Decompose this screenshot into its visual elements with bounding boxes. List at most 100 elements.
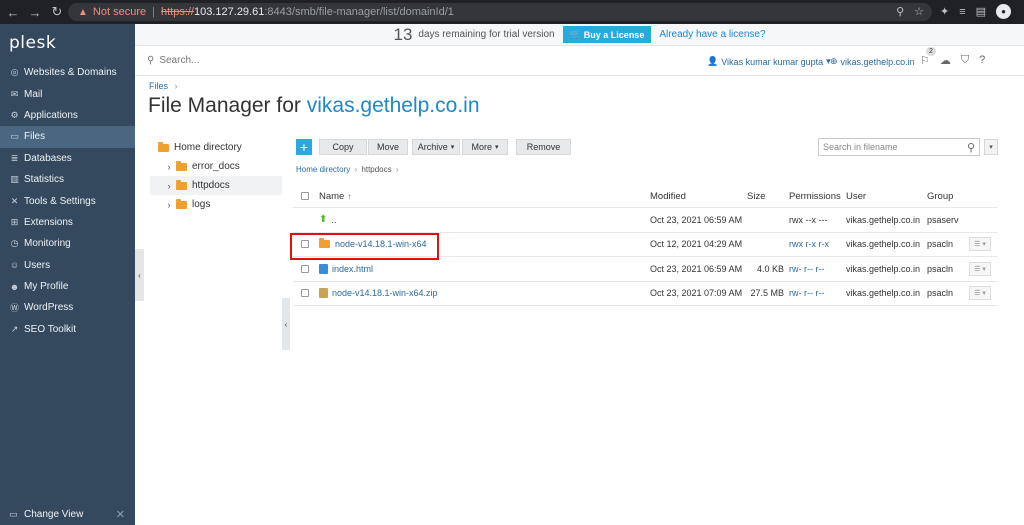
file-name-link[interactable]: .. (331, 215, 336, 225)
modified-cell-value: Oct 23, 2021 06:59 AM (650, 263, 743, 274)
add-button[interactable]: + (296, 139, 312, 155)
tree-item-logs[interactable]: › logs (150, 195, 282, 214)
tree-item-home[interactable]: Home directory (150, 138, 282, 157)
global-search-input[interactable]: ⚲ Search... (147, 55, 199, 66)
user-cell-value: vikas.gethelp.co.in (846, 288, 921, 299)
back-arrow-icon[interactable]: ← (2, 5, 24, 20)
row-checkbox[interactable] (301, 289, 309, 298)
security-shield-icon[interactable]: ⛉ (961, 54, 969, 67)
chevron-down-icon: ▾ (982, 241, 986, 249)
select-all-checkbox[interactable] (301, 192, 309, 200)
sidebar-item-label: Extensions (24, 216, 73, 228)
permissions-cell: rwx --x --- (789, 208, 827, 232)
remove-button[interactable]: Remove (516, 139, 571, 155)
sidebar-item-seo-toolkit[interactable]: ↗ SEO Toolkit (0, 319, 135, 340)
permissions-cell[interactable]: rwx r-x r-x (789, 233, 829, 257)
help-icon[interactable]: ? (979, 54, 985, 67)
already-have-license-link[interactable]: Already have a license? (659, 29, 765, 40)
close-icon[interactable]: ✕ (116, 508, 125, 521)
cloud-icon[interactable]: ☁ (940, 54, 951, 67)
forward-arrow-icon[interactable]: → (24, 5, 46, 20)
modified-column-header[interactable]: Modified (650, 185, 686, 207)
sidebar-item-statistics[interactable]: ▥ Statistics (0, 169, 135, 190)
file-name-link[interactable]: node-v14.18.1-win-x64.zip (332, 288, 438, 298)
domain-menu[interactable]: ⊕ vikas.gethelp.co.in (830, 56, 915, 67)
sidebar-item-label: WordPress (24, 302, 74, 314)
sidebar-item-applications[interactable]: ⚙ Applications (0, 105, 135, 126)
sidebar-item-files[interactable]: ▭ Files (0, 126, 135, 148)
sidebar: plesk ◎ Websites & Domains ✉ Mail ⚙ Applicati… (0, 24, 135, 525)
modified-cell-value: Oct 23, 2021 07:09 AM (650, 288, 743, 299)
plesk-logo[interactable]: plesk (9, 33, 56, 53)
copy-button[interactable]: Copy (319, 139, 367, 155)
buy-license-button[interactable]: 🛒 Buy a License (562, 26, 652, 43)
group-column-header[interactable]: Group (927, 185, 953, 207)
sidebar-item-extensions[interactable]: ⊞ Extensions (0, 212, 135, 233)
sidebar-item-monitoring[interactable]: ◷ Monitoring (0, 233, 135, 254)
permissions-cell[interactable]: rw- r-- r-- (789, 257, 824, 281)
user-cell-value: vikas.gethelp.co.in (846, 239, 921, 250)
group-cell: psacln (927, 257, 953, 281)
filename-search-input[interactable]: Search in filename ⚲ (818, 138, 980, 156)
more-button[interactable]: More ▾ (462, 139, 508, 155)
profile-avatar-icon[interactable]: ● (996, 4, 1012, 19)
user-menu[interactable]: 👤 Vikas kumar kumar gupta ▾ (707, 56, 831, 67)
monitoring-icon: ◷ (10, 238, 19, 249)
sidebar-item-websites-domains[interactable]: ◎ Websites & Domains (0, 62, 135, 83)
page-title-domain[interactable]: vikas.gethelp.co.in (307, 94, 480, 117)
sidebar-item-mail[interactable]: ✉ Mail (0, 83, 135, 104)
sidebar-item-tools-settings[interactable]: ✕ Tools & Settings (0, 190, 135, 211)
filename-search-placeholder: Search in filename (823, 142, 898, 152)
media-icon[interactable]: ▤ (976, 5, 986, 18)
change-view-button[interactable]: ▭ Change View ✕ (0, 503, 135, 525)
zoom-icon[interactable]: ⚲ (896, 5, 904, 18)
size-column-header[interactable]: Size (747, 185, 765, 207)
breadcrumb-files-link[interactable]: Files (149, 81, 168, 91)
search-options-dropdown[interactable]: ▾ (984, 139, 998, 155)
notification-bell-icon: ⚐ (920, 55, 930, 67)
sidebar-item-my-profile[interactable]: ☻ My Profile (0, 276, 135, 297)
row-menu-button[interactable]: ☰ ▾ (969, 261, 991, 276)
reading-list-icon[interactable]: ≡ (959, 6, 965, 18)
chevron-down-icon: ▾ (982, 290, 986, 298)
search-icon[interactable]: ⚲ (967, 141, 975, 154)
row-menu-button[interactable]: ☰ ▾ (969, 286, 991, 301)
chevron-right-icon[interactable]: › (165, 200, 173, 210)
applications-icon: ⚙ (10, 109, 19, 120)
sidebar-item-databases[interactable]: ≣ Databases (0, 148, 135, 169)
tree-item-httpdocs[interactable]: › httpdocs (150, 176, 282, 195)
name-column-header[interactable]: Name ↑ (319, 185, 351, 207)
move-button[interactable]: Move (368, 139, 408, 155)
extensions-puzzle-icon[interactable]: ✦ (940, 5, 949, 18)
breadcrumb-chevron-icon: › (174, 81, 178, 91)
row-checkbox[interactable] (301, 264, 309, 273)
reload-icon[interactable]: ↻ (46, 4, 68, 20)
path-home-link[interactable]: Home directory (296, 165, 350, 174)
table-row[interactable]: node-v14.18.1-win-x64.zip Oct 23, 2021 07… (293, 282, 998, 306)
table-row[interactable]: index.html Oct 23, 2021 06:59 AM 4.0 KB rw-… (293, 257, 998, 282)
chevron-right-icon[interactable]: › (165, 162, 173, 172)
bookmark-star-icon[interactable]: ☆ (914, 5, 924, 18)
sidebar-collapse-handle[interactable]: ‹ (135, 249, 144, 301)
archive-label: Archive (417, 142, 448, 152)
sidebar-item-wordpress[interactable]: Ⓦ WordPress (0, 297, 135, 318)
tree-item-error-docs[interactable]: › error_docs (150, 157, 282, 176)
table-row[interactable]: ⬆.. Oct 23, 2021 06:59 AM rwx --x --- vikas… (293, 208, 998, 233)
group-cell-value: psacln (927, 288, 954, 299)
file-name-link[interactable]: index.html (332, 264, 373, 274)
archive-button[interactable]: Archive ▾ (412, 139, 460, 155)
notifications-button[interactable]: ⚐ 2 (920, 47, 936, 67)
user-column-header[interactable]: User (846, 185, 866, 207)
page-title: File Manager for vikas.gethelp.co.in (148, 94, 480, 118)
sidebar-item-users[interactable]: ☺ Users (0, 255, 135, 276)
permissions-cell-value: rw- r-- r-- (789, 288, 825, 299)
address-bar[interactable]: ▲ Not secure | https:// 103.127.29.61 :8… (68, 3, 932, 21)
permissions-column-header[interactable]: Permissions (789, 185, 841, 207)
tree-collapse-handle[interactable]: ‹ (282, 298, 290, 350)
permissions-cell[interactable]: rw- r-- r-- (789, 282, 824, 306)
cart-icon: 🛒 (569, 29, 581, 39)
row-menu-button[interactable]: ☰ ▾ (969, 237, 991, 252)
modified-cell: Oct 23, 2021 07:09 AM (650, 282, 742, 306)
chevron-right-icon[interactable]: › (165, 181, 173, 191)
size-cell-value: 4.0 KB (756, 263, 784, 274)
